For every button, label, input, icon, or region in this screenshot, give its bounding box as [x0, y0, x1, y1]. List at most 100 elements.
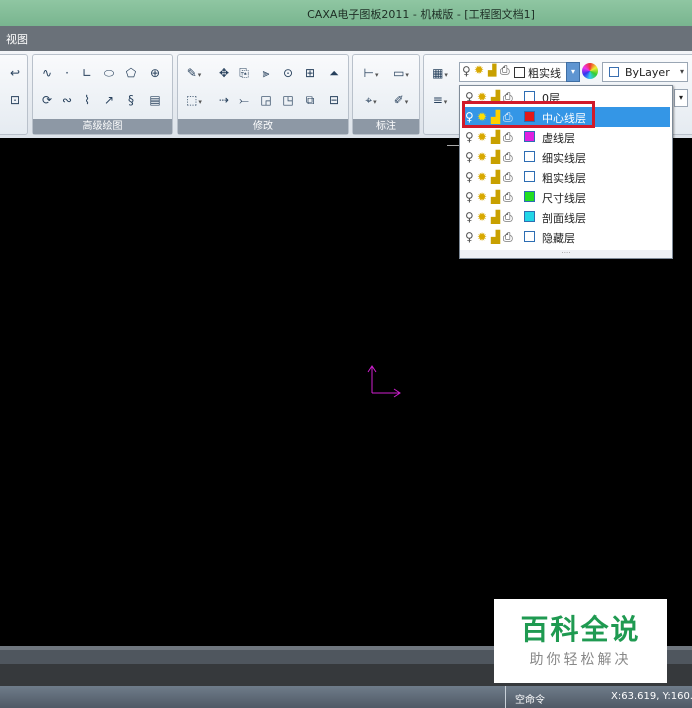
color-combo[interactable]: ByLayer ▾ — [602, 62, 688, 82]
ellipse-icon[interactable]: ⬭ — [101, 65, 117, 81]
layer-name: 虚线层 — [542, 132, 575, 145]
printer-icon: ⎙ — [503, 170, 513, 184]
explode-icon[interactable]: ⧉ — [302, 92, 318, 108]
layer-color-swatch — [524, 151, 535, 162]
layer-item-2[interactable]: ♀ ✹ ▟ ⎙ 虚线层 — [462, 127, 670, 147]
layer-color-swatch — [524, 131, 535, 142]
chevron-down-icon[interactable]: ▾ — [680, 67, 684, 76]
ellipse-tool-icon[interactable]: ⊡ — [7, 92, 23, 108]
bulb-icon: ♀ — [462, 64, 471, 78]
chamfer-icon[interactable]: ◳ — [280, 92, 296, 108]
layer-item-7[interactable]: ♀ ✹ ▟ ⎙ 隐藏层 — [462, 227, 670, 247]
extend-icon[interactable]: ⇢ — [216, 92, 232, 108]
layer-item-4[interactable]: ♀ ✹ ▟ ⎙ 粗实线层 — [462, 167, 670, 187]
sun-icon: ✹ — [477, 130, 488, 144]
printer-icon: ⎙ — [503, 190, 513, 204]
layer-name: 隐藏层 — [542, 232, 575, 245]
layer-combo[interactable]: ♀ ✹ ▟ ⎙ 粗实线 ▾ — [459, 62, 580, 82]
bulb-icon: ♀ — [465, 170, 474, 184]
copy-icon[interactable]: ⎘ — [236, 65, 252, 81]
trim-icon[interactable]: ⬚ — [182, 92, 206, 108]
layer-color-swatch — [524, 191, 535, 202]
layer-color-swatch — [524, 231, 535, 242]
printer-icon: ⎙ — [503, 130, 513, 144]
status-command: 空命令 — [515, 695, 545, 706]
status-coordinates: X:63.619, Y:160.3 — [611, 691, 692, 702]
linetype-icon[interactable]: ≡ — [428, 92, 452, 108]
layer-item-6[interactable]: ♀ ✹ ▟ ⎙ 剖面线层 — [462, 207, 670, 227]
bulb-icon: ♀ — [465, 210, 474, 224]
polygon-icon[interactable]: ⬠ — [123, 65, 139, 81]
ucs-axis-icon — [367, 365, 401, 398]
layer-combo-dropdown-icon[interactable]: ▾ — [566, 62, 580, 82]
lock-icon: ▟ — [491, 150, 501, 164]
sun-icon: ✹ — [477, 170, 488, 184]
panel-label-modify: 修改 — [178, 119, 348, 134]
printer-icon: ⎙ — [503, 150, 513, 164]
lock-icon: ▟ — [491, 170, 501, 184]
mirror-icon[interactable]: ⫸ — [258, 65, 274, 81]
watermark-subtitle: 助你轻松解决 — [529, 652, 632, 668]
linetype-combo-arrow[interactable]: ▾ — [674, 89, 688, 107]
fillet-icon[interactable]: ◲ — [258, 92, 274, 108]
lock-icon: ▟ — [491, 210, 501, 224]
bulb-icon: ♀ — [465, 230, 474, 244]
lock-icon: ▟ — [491, 130, 501, 144]
scale-icon[interactable]: ⏶ — [326, 65, 342, 81]
undo-arc-icon[interactable]: ↩ — [7, 65, 23, 81]
resize-grip[interactable]: ···· — [460, 250, 672, 258]
window-title: CAXA电子图板2011 - 机械版 - [工程图文档1] — [307, 8, 535, 21]
point-icon[interactable]: · — [59, 65, 75, 81]
layer-state-icons: ♀ ✹ ▟ ⎙ — [465, 169, 525, 185]
layer-item-5[interactable]: ♀ ✹ ▟ ⎙ 尺寸线层 — [462, 187, 670, 207]
watermark-title: 百科全说 — [520, 613, 641, 646]
lock-icon: ▟ — [491, 230, 501, 244]
sun-icon: ✹ — [477, 210, 488, 224]
color-wheel-icon[interactable] — [582, 63, 598, 79]
array-icon[interactable]: ⊞ — [302, 65, 318, 81]
panel-label-dimension: 标注 — [353, 119, 419, 134]
layer-state-icons: ♀ ✹ ▟ ⎙ — [465, 229, 525, 245]
arrow-icon[interactable]: ↗ — [101, 92, 117, 108]
layer-name: 剖面线层 — [542, 212, 586, 225]
delete-icon[interactable]: ✎ — [182, 65, 206, 81]
bulb-icon: ♀ — [465, 190, 474, 204]
layer-name: 尺寸线层 — [542, 192, 586, 205]
menu-view[interactable]: 视图 — [6, 31, 28, 47]
rotate-icon[interactable]: ⟳ — [39, 92, 55, 108]
spline-icon[interactable]: ∿ — [39, 65, 55, 81]
stretch-icon[interactable]: ⊟ — [326, 92, 342, 108]
menu-bar: 视图 — [0, 26, 692, 51]
sun-icon: ✹ — [474, 63, 485, 77]
annotation-icon[interactable]: ✐ — [389, 92, 413, 108]
panel-label-advanced-draw: 高级绘图 — [33, 119, 172, 134]
layer-manager-icon[interactable]: ▦ — [428, 65, 452, 81]
layer-color-swatch — [524, 171, 535, 182]
printer-icon: ⎙ — [500, 63, 510, 77]
panel-advanced-draw: ∿ · ∟ ⬭ ⬠ ⊕ ⟳ ∾ ⌇ ↗ § ▤ 高级绘图 — [32, 54, 173, 135]
printer-icon: ⎙ — [503, 210, 513, 224]
chain-icon[interactable]: § — [123, 92, 139, 108]
wave-line-icon[interactable]: ∾ — [59, 92, 75, 108]
layer-state-icons: ♀ ✹ ▟ ⎙ — [465, 209, 525, 225]
lock-icon: ▟ — [488, 64, 497, 77]
text-icon[interactable]: ▭ — [389, 65, 413, 81]
move-icon[interactable]: ✥ — [216, 65, 232, 81]
corner-line-icon[interactable]: ∟ — [79, 65, 95, 81]
break-icon[interactable]: ⤚ — [236, 92, 252, 108]
layer-combo-value: 粗实线 — [528, 67, 561, 80]
layer-item-3[interactable]: ♀ ✹ ▟ ⎙ 细实线层 — [462, 147, 670, 167]
dimension-icon[interactable]: ⊢ — [359, 65, 383, 81]
layer-name: 细实线层 — [542, 152, 586, 165]
sun-icon: ✹ — [477, 230, 488, 244]
break-line-icon[interactable]: ⌇ — [79, 92, 95, 108]
status-bar: 空命令 X:63.619, Y:160.3 — [0, 686, 692, 708]
tolerance-icon[interactable]: ⌖ — [359, 92, 383, 108]
hatch-icon[interactable]: ▤ — [147, 92, 163, 108]
title-bar: CAXA电子图板2011 - 机械版 - [工程图文档1] — [0, 0, 692, 26]
rotate-object-icon[interactable]: ⊙ — [280, 65, 296, 81]
layer-state-icons: ♀ ✹ ▟ ⎙ — [465, 149, 525, 165]
bulb-icon: ♀ — [465, 150, 474, 164]
color-swatch — [609, 67, 619, 77]
centerline-icon[interactable]: ⊕ — [147, 65, 163, 81]
